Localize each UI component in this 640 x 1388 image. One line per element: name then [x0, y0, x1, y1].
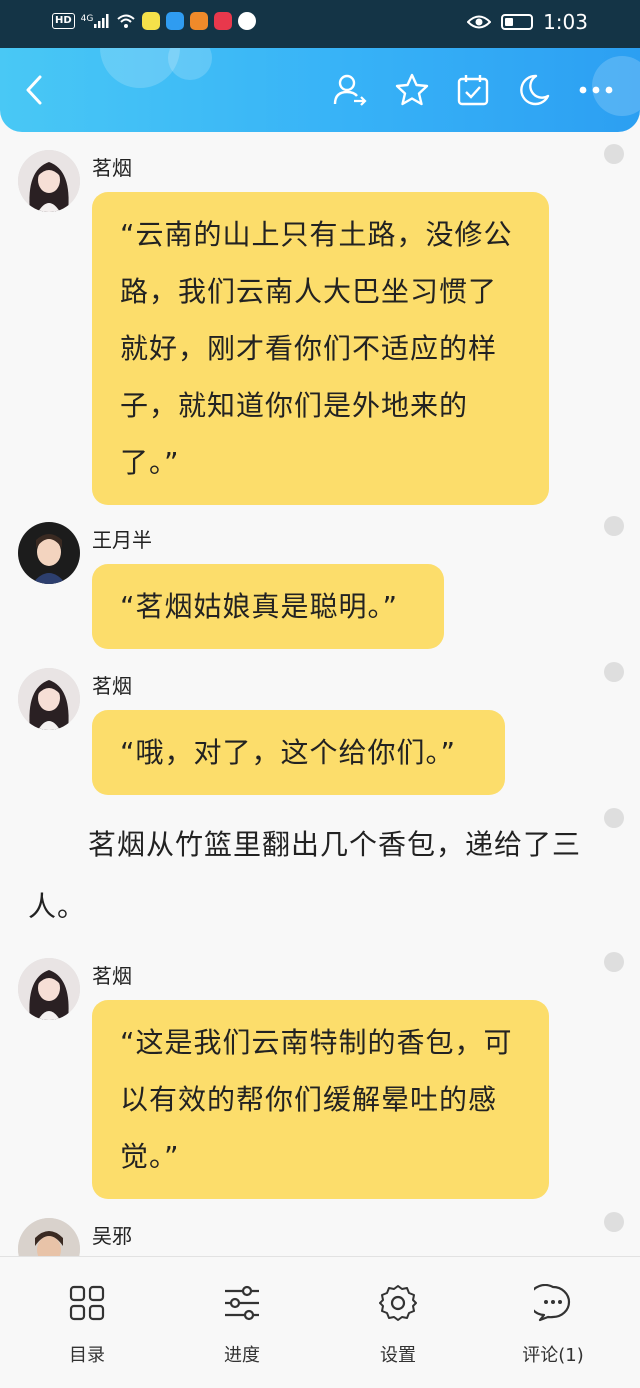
- speech-bubble: “云南的山上只有土路，没修公路，我们云南人大巴坐习惯了就好，刚才看你们不适应的样…: [92, 192, 549, 505]
- narration-paragraph: 茗烟从竹篮里翻出几个香包，递给了三人。: [28, 828, 582, 923]
- back-icon: [26, 75, 42, 105]
- status-left: HD 4G: [52, 12, 257, 30]
- speaker-name: 茗烟: [92, 964, 132, 988]
- calendar-check-icon: [457, 75, 489, 106]
- status-right: 1:03: [467, 10, 588, 34]
- paragraph-comment-dot[interactable]: [604, 952, 624, 972]
- status-bar: HD 4G 1:03: [0, 0, 640, 48]
- hd-badge: HD: [52, 13, 75, 29]
- girl-avatar-icon: [18, 668, 80, 730]
- eye-comfort-icon: [467, 15, 492, 29]
- avatar: [18, 668, 80, 730]
- status-time: 1:03: [543, 10, 588, 34]
- more-button[interactable]: [574, 68, 618, 112]
- nav-catalog[interactable]: 目录: [27, 1281, 147, 1367]
- signal-icon: [94, 14, 109, 28]
- app-notify-icon-3: [190, 12, 209, 30]
- avatar: [18, 522, 80, 584]
- battery-icon: [501, 14, 534, 30]
- wifi-icon: [117, 14, 136, 28]
- paragraph-comment-dot[interactable]: [604, 808, 624, 828]
- nav-comments[interactable]: 评论(1): [493, 1281, 613, 1367]
- nav-comments-label: 评论(1): [522, 1345, 584, 1366]
- chat-content[interactable]: 茗烟 “云南的山上只有土路，没修公路，我们云南人大巴坐习惯了就好，刚才看你们不适…: [0, 132, 640, 1256]
- signal-type: 4G: [80, 14, 94, 24]
- avatar: [18, 958, 80, 1020]
- back-button[interactable]: [12, 68, 56, 112]
- checkin-button[interactable]: [451, 68, 495, 112]
- user-switch-icon: [333, 74, 367, 106]
- girl-avatar-icon: [18, 958, 80, 1020]
- speaker-name: 吴邪: [92, 1224, 132, 1248]
- speaker-name: 王月半: [92, 528, 152, 552]
- bottom-nav: 目录 进度 设置 评论(1): [0, 1256, 640, 1388]
- nav-progress[interactable]: 进度: [182, 1281, 302, 1367]
- reader-toolbar: [0, 48, 640, 132]
- speaker-name: 茗烟: [92, 674, 132, 698]
- paragraph-comment-dot[interactable]: [604, 516, 624, 536]
- more-icon: [579, 86, 613, 94]
- girl-avatar-icon: [18, 150, 80, 212]
- speech-bubble: “哦，对了，这个给你们。”: [92, 710, 505, 795]
- comment-bubble-icon: [534, 1284, 571, 1322]
- nav-catalog-label: 目录: [69, 1345, 105, 1366]
- app-notify-icon-2: [166, 12, 185, 30]
- app-notify-icon-1: [142, 12, 161, 30]
- network-signal: 4G: [81, 14, 111, 28]
- boy-avatar-icon: [18, 1218, 80, 1256]
- boy-avatar-icon: [18, 522, 80, 584]
- app-notify-icon-5: [238, 12, 257, 30]
- night-mode-button[interactable]: [512, 68, 556, 112]
- favorite-button[interactable]: [390, 68, 434, 112]
- decor-bubble: [168, 48, 212, 80]
- app-notify-icon-4: [214, 12, 233, 30]
- nav-settings-label: 设置: [380, 1345, 416, 1366]
- avatar: [18, 1218, 80, 1256]
- speaker-name: 茗烟: [92, 156, 132, 180]
- avatar: [18, 150, 80, 212]
- speech-bubble: “茗烟姑娘真是聪明。”: [92, 564, 444, 649]
- gear-icon: [379, 1285, 417, 1321]
- paragraph-comment-dot[interactable]: [604, 662, 624, 682]
- sliders-icon: [225, 1285, 259, 1321]
- speech-bubble: “这是我们云南特制的香包，可以有效的帮你们缓解晕吐的感觉。”: [92, 1000, 549, 1199]
- paragraph-comment-dot[interactable]: [604, 1212, 624, 1232]
- star-icon: [395, 73, 429, 106]
- nav-settings[interactable]: 设置: [338, 1281, 458, 1367]
- nav-progress-label: 进度: [224, 1345, 260, 1366]
- author-button[interactable]: [328, 68, 372, 112]
- moon-icon: [520, 74, 550, 106]
- paragraph-comment-dot[interactable]: [604, 144, 624, 164]
- grid-icon: [69, 1285, 105, 1321]
